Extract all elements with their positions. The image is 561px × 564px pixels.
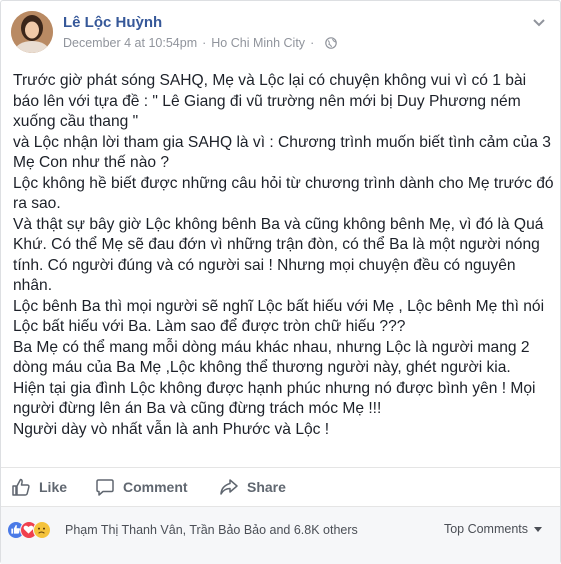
thumbs-up-icon xyxy=(12,478,30,496)
post-body-line: xuống cầu thang " xyxy=(13,113,139,130)
post-header: Lê Lộc Huỳnh December 4 at 10:54pm · Ho Ch… xyxy=(1,1,560,59)
post-body-line: Người dày vò nhất vẫn là anh Phước và Lộ… xyxy=(13,420,330,438)
post-body: Trước giờ phát sóng SAHQ, Mẹ và Lộc lại … xyxy=(13,71,558,440)
post-body-line: dòng máu của Ba Mẹ ,Lộc không thể thương… xyxy=(13,359,511,376)
globe-icon[interactable] xyxy=(325,37,338,52)
meta-separator: · xyxy=(202,36,207,50)
post-body-line: Khứ. Có thể Mẹ sẽ đau đớn vì những trận … xyxy=(13,236,540,253)
post-body-line: và Lộc nhận lời tham gia SAHQ là vì : Ch… xyxy=(13,133,551,151)
comment-bubble-icon xyxy=(96,479,114,496)
post-body-line: Mẹ Con như thế nào ? xyxy=(13,154,170,171)
comment-button[interactable]: Comment xyxy=(95,477,188,497)
post-body-line: người đừng lên án Ba và cũng đừng trách … xyxy=(13,400,382,417)
post-meta: December 4 at 10:54pm · Ho Chi Minh City · xyxy=(63,36,338,52)
like-button[interactable]: Like xyxy=(11,477,67,497)
post-body-line: báo lên với tựa đề : " Lê Giang đi vũ tr… xyxy=(13,92,521,110)
post-body-line: Hiện tại gia đình Lộc không được hạnh ph… xyxy=(13,379,536,397)
share-button[interactable]: Share xyxy=(219,477,286,497)
author-name-link[interactable]: Lê Lộc Huỳnh xyxy=(63,14,162,31)
post-body-line: Lộc bênh Ba thì mọi người sẽ nghĩ Lộc bấ… xyxy=(13,297,545,315)
top-comments-label: Top Comments xyxy=(443,522,528,536)
post-body-line: Lộc không hề biết được những câu hỏi từ … xyxy=(13,174,554,192)
share-arrow-icon xyxy=(220,479,238,495)
post-body-line: Lộc bất hiếu với Ba. Làm sao để được trò… xyxy=(13,318,406,335)
post-body-line: Và thật sự bây giờ Lộc không bênh Ba và … xyxy=(13,215,544,233)
chevron-down-icon[interactable] xyxy=(532,15,546,27)
post-body-line: Ba Mẹ có thể mang mỗi dòng máu khác nhau… xyxy=(13,338,530,356)
post-location-link[interactable]: Ho Chi Minh City xyxy=(211,36,305,50)
reaction-names-link[interactable]: Phạm Thị Thanh Vân, Trần Bảo Bảo and 6.8… xyxy=(65,523,358,537)
facebook-post: Lê Lộc Huỳnh December 4 at 10:54pm · Ho Ch… xyxy=(0,0,561,564)
reaction-icons[interactable] xyxy=(7,521,63,541)
top-comments-dropdown[interactable]: Top Comments xyxy=(444,522,542,536)
post-body-line: ra sao. xyxy=(13,195,61,212)
sad-reaction-icon xyxy=(33,521,51,539)
like-label: Like xyxy=(39,479,68,495)
share-label: Share xyxy=(247,479,286,495)
comment-label: Comment xyxy=(123,479,188,495)
post-body-line: tính. Có người đúng và có người sai ! Nh… xyxy=(13,256,516,274)
reactions-bar: Phạm Thị Thanh Vân, Trần Bảo Bảo and 6.8… xyxy=(1,506,560,564)
author-avatar[interactable] xyxy=(11,11,53,53)
caret-down-icon xyxy=(534,526,542,532)
meta-separator-2: · xyxy=(310,36,315,50)
post-date-link[interactable]: December 4 at 10:54pm xyxy=(63,36,197,50)
post-body-line: Trước giờ phát sóng SAHQ, Mẹ và Lộc lại … xyxy=(13,72,527,89)
post-body-line: nhân. xyxy=(13,277,53,294)
post-actions-bar: Like Comment Share xyxy=(1,467,560,505)
